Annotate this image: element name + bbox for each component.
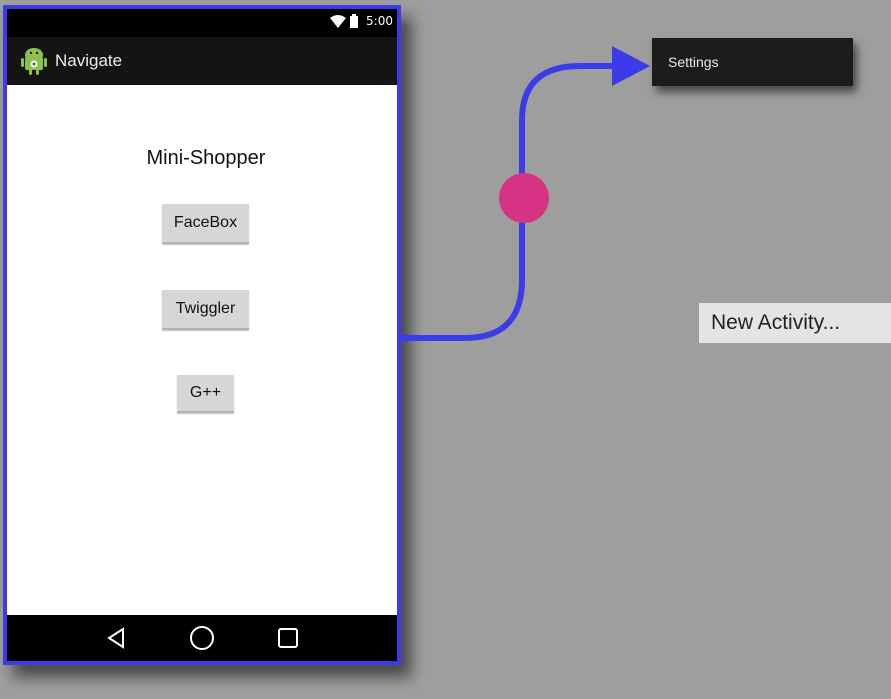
new-activity-button[interactable]: New Activity... <box>699 303 891 343</box>
connector-dot[interactable] <box>499 173 549 223</box>
settings-menu-item[interactable]: Settings <box>652 38 853 86</box>
navigation-connector <box>401 46 650 341</box>
connector-arrowhead <box>612 46 650 86</box>
settings-label: Settings <box>668 54 719 70</box>
new-activity-label: New Activity... <box>711 311 841 334</box>
